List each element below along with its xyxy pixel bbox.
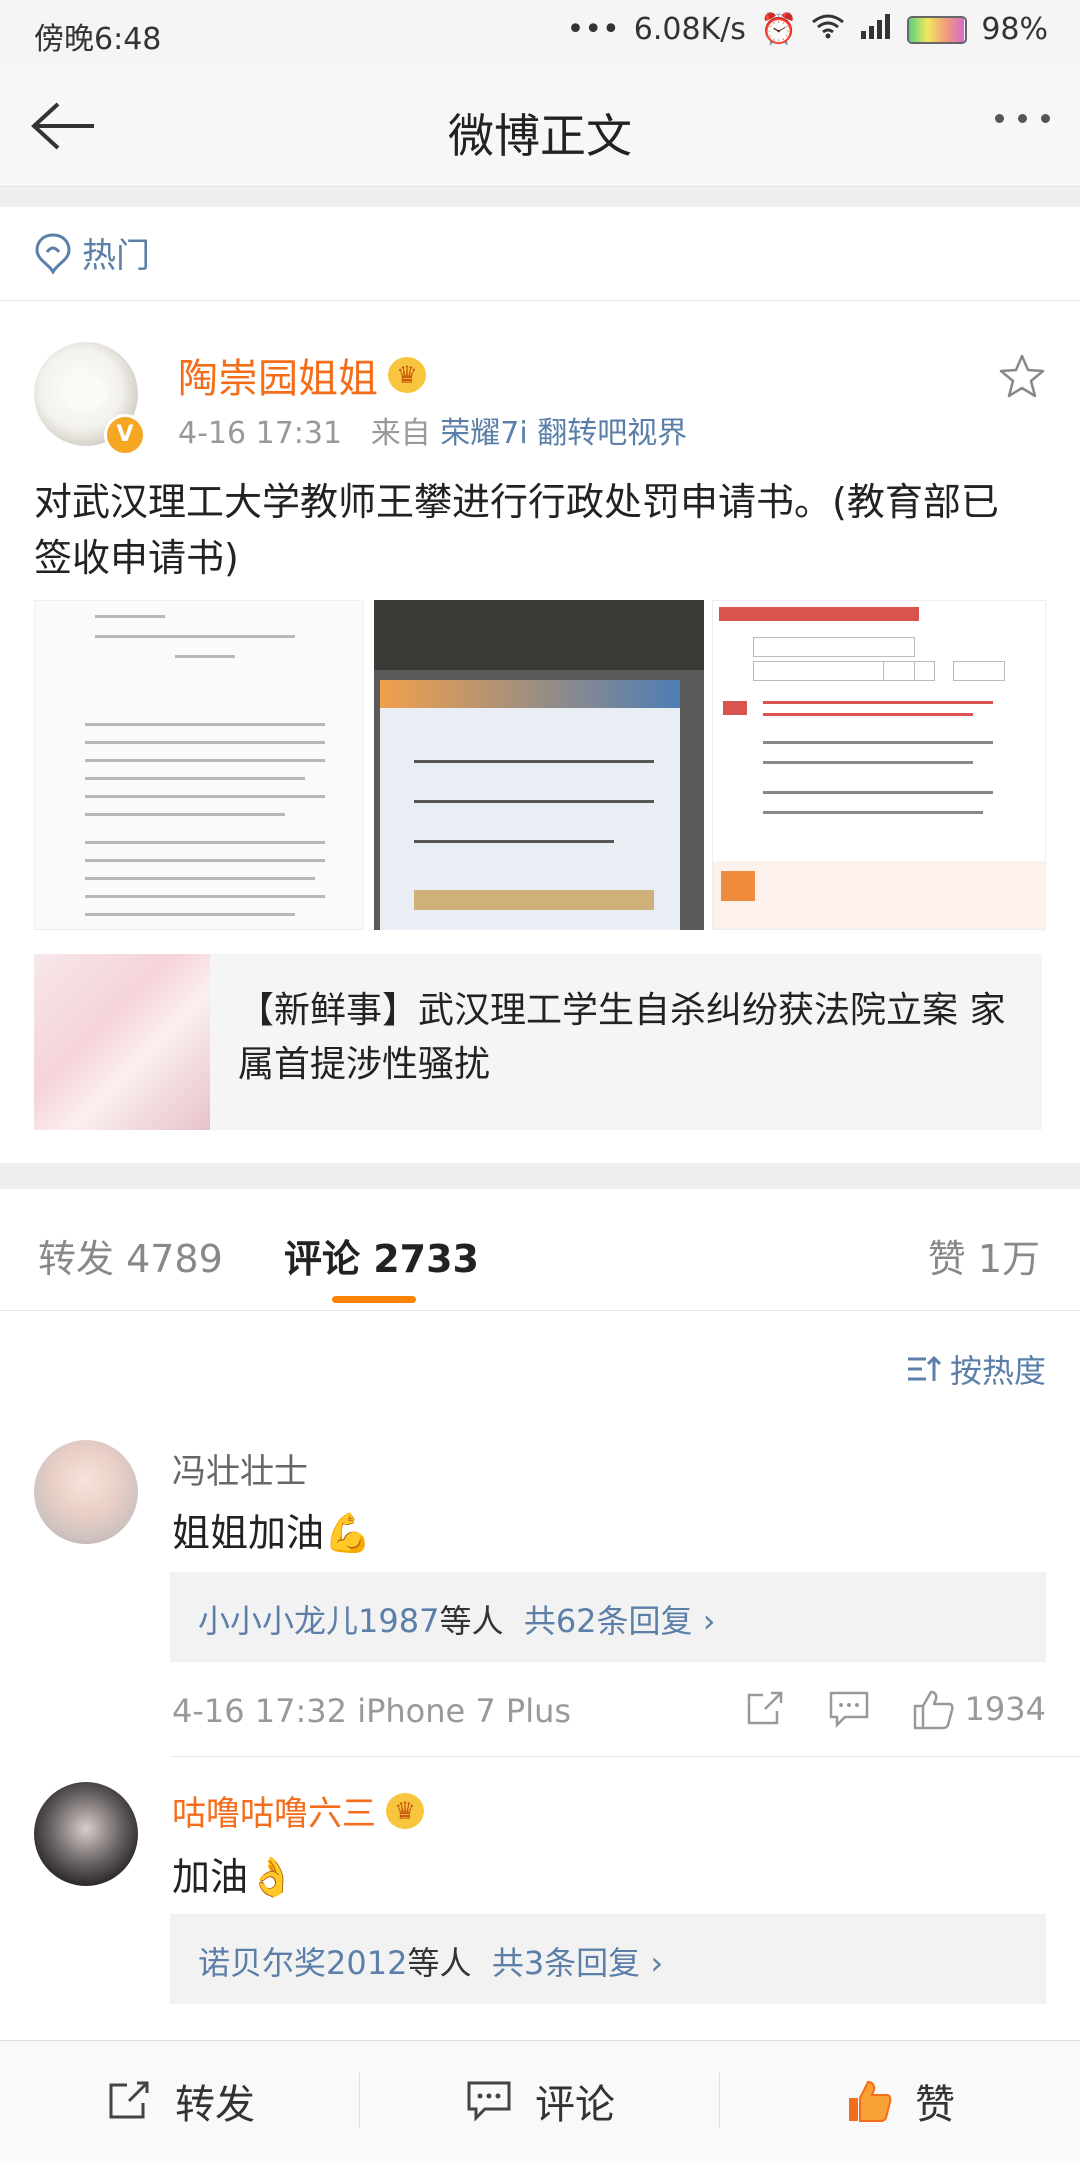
comment-label: 评论 (535, 2082, 615, 2128)
repost-button[interactable]: 转发 (0, 2041, 360, 2161)
signal-icon (859, 12, 893, 47)
reply-count[interactable]: 共62条回复 (524, 1602, 693, 1640)
battery-icon (907, 15, 968, 44)
battery-percent: 98% (981, 12, 1048, 47)
interaction-tabs: 转发 4789 评论 2733 赞 1万 (0, 1190, 1080, 1311)
sort-label: 按热度 (949, 1352, 1046, 1390)
comment-text: 姐姐加油💪 (172, 1511, 372, 1555)
status-bar: 傍晚6:48 ••• 6.08K/s ⏰ 98% (0, 0, 1080, 66)
sort-by-hot-button[interactable]: 按热度 (906, 1346, 1046, 1392)
post-source[interactable]: 荣耀7i 翻转吧视界 (440, 416, 687, 451)
comment-like-button[interactable]: 1934 (911, 1688, 1046, 1730)
post-image-tracking[interactable] (712, 600, 1046, 930)
tab-comment[interactable]: 评论 2733 (284, 1228, 479, 1283)
chevron-right-icon: › (702, 1602, 716, 1640)
wifi-icon (811, 12, 845, 47)
commenter-name-text: 咕噜咕噜六三 (172, 1794, 376, 1834)
favorite-star-icon[interactable] (998, 352, 1046, 400)
vip-crown-icon: ♛ (386, 1792, 424, 1829)
status-time: 傍晚6:48 (34, 22, 162, 57)
network-speed: 6.08K/s (633, 12, 746, 47)
commenter-avatar[interactable] (34, 1440, 138, 1544)
author-name-text: 陶崇园姐姐 (178, 356, 378, 402)
post-meta: 4-16 17:31 来自 荣耀7i 翻转吧视界 (178, 408, 687, 452)
comment-icon (467, 2081, 511, 2122)
share-icon[interactable] (743, 1689, 787, 1729)
page-title: 微博正文 (448, 109, 632, 163)
divider (0, 300, 1080, 301)
comment-like-count: 1934 (964, 1690, 1046, 1728)
comment-time-device: 4-16 17:32 iPhone 7 Plus (172, 1692, 572, 1730)
vip-crown-icon: ♛ (388, 357, 426, 393)
comment-replies-box[interactable]: 诺贝尔奖2012等人 共3条回复 › (170, 1914, 1046, 2004)
section-gap (0, 187, 1080, 207)
post-text: 对武汉理工大学教师王攀进行行政处罚申请书。(教育部已签收申请书) (34, 480, 999, 580)
hot-tag[interactable]: 热门 (34, 228, 150, 277)
repost-label: 转发 (175, 2082, 255, 2128)
link-card-thumbnail (34, 954, 210, 1130)
status-right: ••• 6.08K/s ⏰ 98% (567, 12, 1048, 47)
tab-repost[interactable]: 转发 4789 (38, 1228, 223, 1283)
reply-user[interactable]: 诺贝尔奖2012 (198, 1944, 407, 1982)
thumbs-up-icon (913, 1690, 954, 1730)
reply-mid: 等人 (407, 1944, 472, 1982)
reply-count[interactable]: 共3条回复 (492, 1944, 640, 1982)
post-image-ems-slip[interactable] (374, 600, 704, 930)
post-time: 4-16 17:31 (178, 416, 343, 451)
bottom-action-bar: 转发 评论 赞 (0, 2040, 1080, 2161)
comment-button[interactable]: 评论 (360, 2041, 720, 2161)
like-label: 赞 (915, 2082, 955, 2128)
reply-mid: 等人 (439, 1602, 504, 1640)
comment-actions: 1934 (743, 1688, 1046, 1730)
more-options-icon[interactable] (995, 114, 1050, 123)
thumbs-up-filled-icon (849, 2080, 892, 2122)
sort-icon (907, 1355, 942, 1381)
reply-comment-icon[interactable] (827, 1689, 871, 1729)
top-nav-bar: 微博正文 (0, 66, 1080, 187)
author-name[interactable]: 陶崇园姐姐 ♛ (178, 346, 426, 404)
like-button[interactable]: 赞 (720, 2041, 1080, 2161)
reply-user[interactable]: 小小小龙儿1987 (198, 1602, 439, 1640)
commenter-name[interactable]: 冯壮壮士 (172, 1444, 308, 1493)
comment-text: 加油👌 (172, 1855, 296, 1899)
post-from-label: 来自 (370, 416, 431, 451)
divider (172, 1756, 1080, 1757)
chevron-right-icon: › (650, 1944, 664, 1982)
verified-badge-icon: V (104, 414, 146, 456)
alarm-icon: ⏰ (759, 12, 798, 47)
more-dots-icon: ••• (566, 12, 620, 47)
post-image-document[interactable] (34, 600, 364, 930)
link-card-title: 【新鲜事】武汉理工学生自杀纠纷获法院立案 家属首提涉性骚扰 (238, 990, 1006, 1085)
active-tab-indicator (332, 1296, 416, 1303)
hot-tag-label: 热门 (82, 236, 150, 276)
commenter-name[interactable]: 咕噜咕噜六三 ♛ (172, 1786, 424, 1835)
commenter-avatar[interactable] (34, 1782, 138, 1886)
comment-replies-box[interactable]: 小小小龙儿1987等人 共62条回复 › (170, 1572, 1046, 1662)
tab-like[interactable]: 赞 1万 (928, 1228, 1040, 1283)
link-card[interactable]: 【新鲜事】武汉理工学生自杀纠纷获法院立案 家属首提涉性骚扰 (34, 954, 1042, 1130)
section-gap (0, 1163, 1080, 1189)
hot-location-icon (35, 232, 71, 274)
repost-icon (109, 2081, 149, 2119)
